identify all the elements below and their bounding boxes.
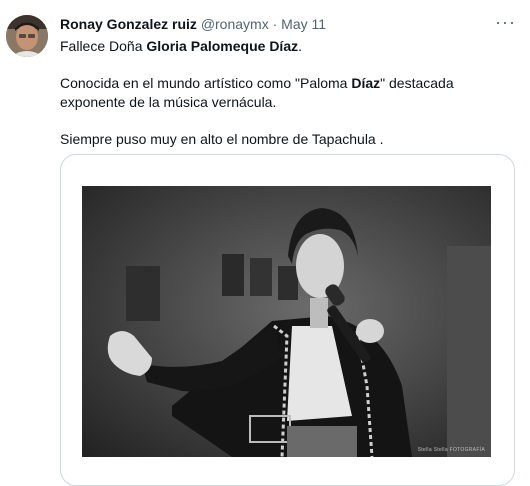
separator-dot: ·: [272, 16, 278, 32]
tweet-date[interactable]: May 11: [281, 16, 326, 32]
photo-illustration: [82, 186, 491, 457]
line2-part1: Conocida en el mundo artístico como "Pal…: [60, 75, 352, 91]
line1-suffix: .: [298, 38, 302, 54]
avatar-image: [6, 15, 48, 57]
tweet-text: Fallece Doña Gloria Palomeque Díaz. Cono…: [60, 37, 500, 149]
author-name[interactable]: Ronay Gonzalez ruiz: [60, 16, 197, 32]
tweet-line-4: Siempre puso muy en alto el nombre de Ta…: [60, 131, 384, 147]
more-options-icon[interactable]: ···: [495, 13, 516, 31]
line2-part2: " destacada: [380, 75, 454, 91]
tweet-line-1: Fallece Doña Gloria Palomeque Díaz.: [60, 37, 500, 56]
line1-prefix: Fallece Doña: [60, 38, 147, 54]
tweet-line-2: Conocida en el mundo artístico como "Pal…: [60, 74, 500, 93]
author-handle[interactable]: @ronaymx: [201, 16, 269, 32]
tweet-photo[interactable]: Stella Stella FOTOGRAFÍA: [82, 186, 491, 457]
line1-bold: Gloria Palomeque Díaz: [146, 38, 299, 54]
avatar[interactable]: [6, 15, 48, 57]
tweet-header: Ronay Gonzalez ruiz @ronaymx · May 11: [60, 15, 520, 35]
tweet-line-3: exponente de la música vernácula.: [60, 94, 277, 110]
photo-credit: Stella Stella FOTOGRAFÍA: [417, 447, 485, 453]
line2-bold: Díaz: [351, 75, 381, 91]
